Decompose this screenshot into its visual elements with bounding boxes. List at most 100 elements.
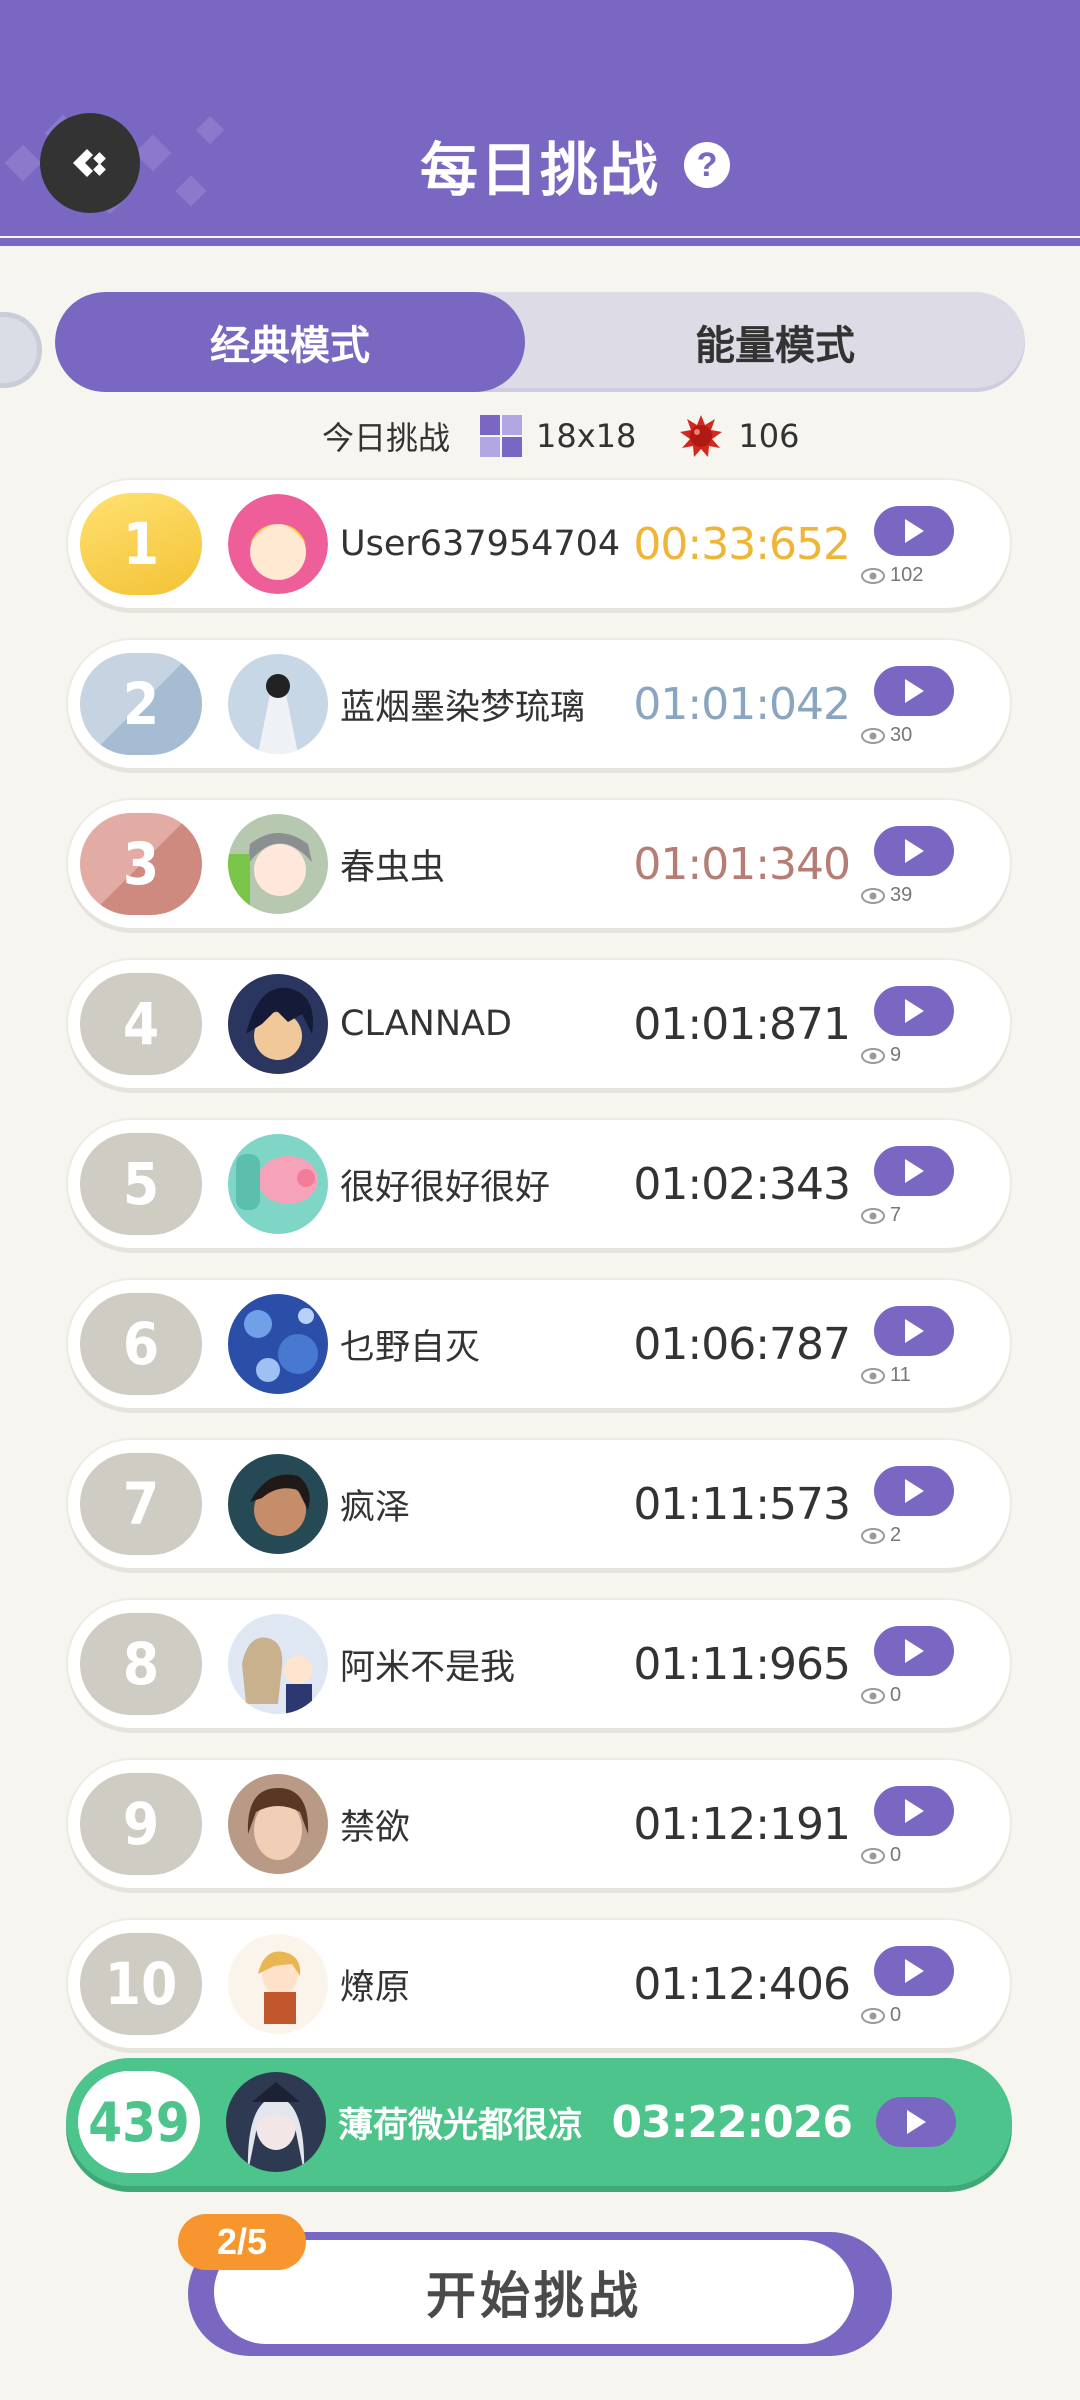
help-icon[interactable]: ? <box>684 142 731 188</box>
play-icon <box>905 1479 924 1503</box>
view-count: 0 <box>860 2004 960 2027</box>
view-count-value: 39 <box>890 884 913 906</box>
play-icon <box>907 2110 926 2134</box>
leaderboard-row[interactable]: 3 春虫虫 01:01:340 39 <box>68 800 1010 928</box>
tab-classic-mode[interactable]: 经典模式 <box>55 292 525 392</box>
finish-time: 01:01:871 <box>633 998 851 1050</box>
leaderboard-row[interactable]: 8 阿米不是我 01:11:965 0 <box>68 1600 1010 1728</box>
play-icon <box>905 679 924 703</box>
avatar <box>228 974 328 1074</box>
my-finish-time: 03:22:026 <box>611 2096 853 2148</box>
avatar <box>228 1294 328 1394</box>
play-icon <box>905 1159 924 1183</box>
replay-button[interactable] <box>874 1626 954 1676</box>
side-avatar-peek[interactable] <box>0 312 42 388</box>
view-count: 39 <box>860 884 960 907</box>
view-count: 102 <box>860 564 960 587</box>
leaderboard-row[interactable]: 1 User637954704 00:33:652 102 <box>68 480 1010 608</box>
rank-badge: 7 <box>80 1453 202 1555</box>
leaderboard-row[interactable]: 5 很好很好很好 01:02:343 7 <box>68 1120 1010 1248</box>
view-count-value: 0 <box>890 1684 902 1706</box>
view-count: 7 <box>860 1204 960 1227</box>
finish-time: 01:06:787 <box>633 1318 851 1370</box>
player-name: 禁欲 <box>340 1807 411 1848</box>
player-name: 疯泽 <box>340 1487 411 1528</box>
avatar <box>228 814 328 914</box>
play-icon <box>905 839 924 863</box>
tab-energy-mode[interactable]: 能量模式 <box>525 292 1025 392</box>
leaderboard-row[interactable]: 2 蓝烟墨染梦琉璃 01:01:042 30 <box>68 640 1010 768</box>
play-icon <box>905 1959 924 1983</box>
view-count-value: 11 <box>890 1364 911 1386</box>
replay-button[interactable] <box>874 1306 954 1356</box>
player-name: 阿米不是我 <box>340 1647 516 1688</box>
grid-size-value: 18x18 <box>536 417 637 455</box>
replay-button[interactable] <box>874 826 954 876</box>
replay-button[interactable] <box>874 1466 954 1516</box>
rank-badge: 4 <box>80 973 202 1075</box>
rank-badge: 6 <box>80 1293 202 1395</box>
eye-icon <box>861 2007 885 2024</box>
play-icon <box>905 1639 924 1663</box>
start-challenge-label: 开始挑战 <box>214 2240 854 2344</box>
rank-badge: 5 <box>80 1133 202 1235</box>
my-rank-row[interactable]: 439 薄荷微光都很凉 03:22:026 <box>66 2058 1012 2186</box>
leaderboard-row[interactable]: 4 CLANNAD 01:01:871 9 <box>68 960 1010 1088</box>
finish-time: 01:12:191 <box>633 1798 851 1850</box>
view-count: 11 <box>860 1364 960 1387</box>
view-count-value: 0 <box>890 2004 902 2026</box>
rank-badge: 1 <box>80 493 202 595</box>
header-bar: 每日挑战 ? <box>0 0 1080 236</box>
today-challenge-label: 今日挑战 <box>322 419 451 457</box>
challenge-info: 今日挑战 18x18 106 <box>322 410 799 462</box>
rank-badge: 3 <box>80 813 202 915</box>
view-count: 9 <box>860 1044 960 1067</box>
replay-button[interactable] <box>874 666 954 716</box>
my-player-name: 薄荷微光都很凉 <box>338 2105 584 2146</box>
finish-time: 01:02:343 <box>633 1158 851 1210</box>
view-count: 0 <box>860 1684 960 1707</box>
mode-tabs: 经典模式 能量模式 <box>55 292 1025 392</box>
finish-time: 00:33:652 <box>633 518 851 570</box>
eye-icon <box>861 1687 885 1704</box>
replay-button[interactable] <box>874 1786 954 1836</box>
replay-button[interactable] <box>874 986 954 1036</box>
replay-button[interactable] <box>874 1946 954 1996</box>
finish-time: 01:11:573 <box>633 1478 851 1530</box>
grid-size-icon <box>480 415 523 457</box>
view-count-value: 7 <box>890 1204 902 1226</box>
view-count: 0 <box>860 1844 960 1867</box>
player-name: 燎原 <box>340 1967 411 2008</box>
replay-button[interactable] <box>874 506 954 556</box>
eye-icon <box>861 1527 885 1544</box>
rank-badge: 9 <box>80 1773 202 1875</box>
player-name: 很好很好很好 <box>340 1167 551 1208</box>
view-count-value: 30 <box>890 724 913 746</box>
page-title: 每日挑战 <box>420 136 661 204</box>
leaderboard-row[interactable]: 6 乜野自灭 01:06:787 11 <box>68 1280 1010 1408</box>
avatar <box>228 1774 328 1874</box>
eye-icon <box>861 1847 885 1864</box>
my-replay-button[interactable] <box>876 2097 956 2147</box>
eye-icon <box>861 727 885 744</box>
view-count-value: 9 <box>890 1044 902 1066</box>
leaderboard-row[interactable]: 7 疯泽 01:11:573 2 <box>68 1440 1010 1568</box>
eye-icon <box>861 1367 885 1384</box>
leaderboard-row[interactable]: 10 燎原 01:12:406 0 <box>68 1920 1010 2048</box>
replay-button[interactable] <box>874 1146 954 1196</box>
back-button[interactable] <box>40 113 140 213</box>
view-count: 2 <box>860 1524 960 1547</box>
leaderboard-row[interactable]: 9 禁欲 01:12:191 0 <box>68 1760 1010 1888</box>
view-count-value: 102 <box>890 564 924 586</box>
rank-badge: 10 <box>80 1933 202 2035</box>
play-icon <box>905 1319 924 1343</box>
play-icon <box>905 1799 924 1823</box>
play-icon <box>905 519 924 543</box>
view-count-value: 0 <box>890 1844 902 1866</box>
player-name: User637954704 <box>340 524 621 564</box>
finish-time: 01:01:340 <box>633 838 851 890</box>
player-name: 乜野自灭 <box>340 1327 481 1368</box>
mine-count-value: 106 <box>738 417 800 455</box>
avatar <box>228 1934 328 2034</box>
avatar <box>228 494 328 594</box>
